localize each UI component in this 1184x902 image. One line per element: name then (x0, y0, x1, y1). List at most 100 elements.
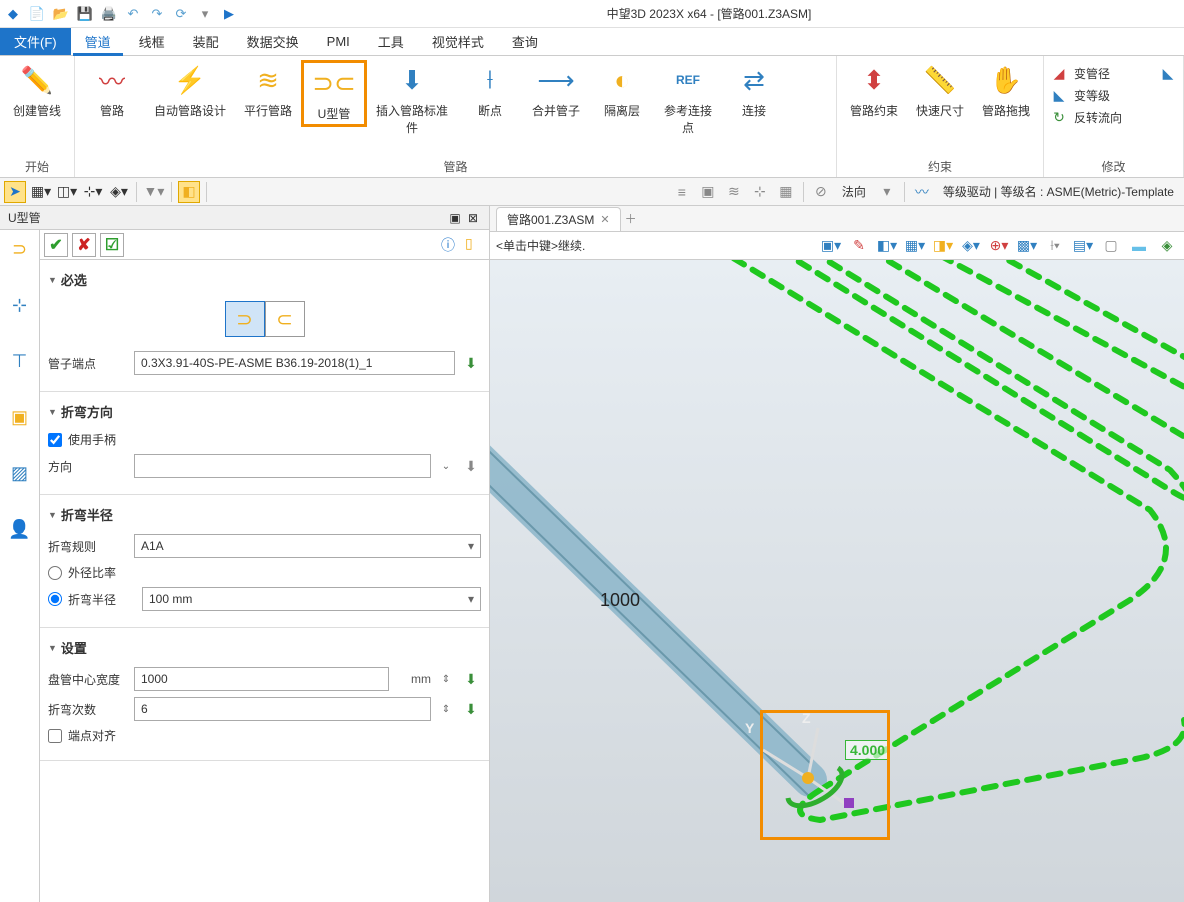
spin-icon[interactable]: ⇕ (437, 704, 455, 715)
ribbon-dimension[interactable]: 📏快速尺寸 (907, 60, 973, 121)
direction-field[interactable] (134, 454, 431, 478)
extra-icon[interactable]: ◣ (1159, 64, 1177, 82)
print-icon[interactable]: 🖨️ (100, 5, 118, 23)
image-icon[interactable]: ▨ (7, 460, 33, 486)
menu-tab-data[interactable]: 数据交换 (233, 28, 313, 55)
vt9-icon[interactable]: ⟊▾ (1044, 235, 1066, 257)
t3-icon[interactable]: ≋ (723, 181, 745, 203)
section-header[interactable]: 设置 (48, 634, 481, 661)
tree-icon[interactable]: ⊹ (7, 292, 33, 318)
t6-icon[interactable]: ⊘ (810, 181, 832, 203)
ribbon-change-class[interactable]: ◣变等级 (1050, 86, 1177, 104)
vt11-icon[interactable]: ▢ (1100, 235, 1122, 257)
ratio-radio[interactable] (48, 566, 62, 580)
vt7-icon[interactable]: ⊕▾ (988, 235, 1010, 257)
pick-icon[interactable]: ⬇ (461, 669, 481, 689)
t5-icon[interactable]: ▦ (775, 181, 797, 203)
vt10-icon[interactable]: ▤▾ (1072, 235, 1094, 257)
app-icon[interactable]: ◆ (4, 5, 22, 23)
tab-add-icon[interactable]: ＋ (621, 210, 641, 227)
ribbon-connect[interactable]: ⇄连接 (721, 60, 787, 121)
vt6-icon[interactable]: ◈▾ (960, 235, 982, 257)
filter1-icon[interactable]: ▦▾ (30, 181, 52, 203)
menu-tab-tools[interactable]: 工具 (364, 28, 418, 55)
spin-icon[interactable]: ⇕ (437, 674, 455, 685)
use-handle-row[interactable]: 使用手柄 (48, 431, 481, 448)
redo-icon[interactable]: ↷ (148, 5, 166, 23)
opt-u-open[interactable]: ⊂ (265, 301, 305, 337)
endpoint-field[interactable]: 0.3X3.91-40S-PE-ASME B36.19-2018(1)_1 (134, 351, 455, 375)
cancel-button[interactable]: ✘ (72, 233, 96, 257)
section-header[interactable]: 必选 (48, 266, 481, 293)
section-header[interactable]: 折弯方向 (48, 398, 481, 425)
ok-button[interactable]: ✔ (44, 233, 68, 257)
tab-close-icon[interactable]: ✕ (600, 213, 609, 226)
ribbon-change-diameter[interactable]: ◢变管径◣ (1050, 64, 1177, 82)
vt2-icon[interactable]: ✎ (848, 235, 870, 257)
menu-tab-visual[interactable]: 视觉样式 (418, 28, 498, 55)
use-handle-checkbox[interactable] (48, 433, 62, 447)
center-width-field[interactable]: 1000 (134, 667, 389, 691)
ribbon-parallel[interactable]: ≋平行管路 (235, 60, 301, 121)
ribbon-u-tube[interactable]: ⊃⊂U型管 (301, 60, 367, 127)
ribbon-create-pipeline[interactable]: ✏️ 创建管线 (4, 60, 70, 121)
layer-icon[interactable]: ◈▾ (108, 181, 130, 203)
pick-icon[interactable]: ⬇ (461, 456, 481, 476)
hierarchy-icon[interactable]: ⊤ (7, 348, 33, 374)
new-icon[interactable]: 📄 (28, 5, 46, 23)
ribbon-isolate[interactable]: ◐隔离层 (589, 60, 655, 121)
ribbon-drag[interactable]: ✋管路拖拽 (973, 60, 1039, 121)
snap-icon[interactable]: ⊹▾ (82, 181, 104, 203)
t1-icon[interactable]: ≡ (671, 181, 693, 203)
menu-tab-query[interactable]: 查询 (498, 28, 552, 55)
drop-icon[interactable]: ▾ (876, 181, 898, 203)
filter3-icon[interactable]: ▼▾ (143, 181, 165, 203)
vt1-icon[interactable]: ▣▾ (820, 235, 842, 257)
section-header[interactable]: 折弯半径 (48, 501, 481, 528)
drop-icon[interactable]: ⌄ (437, 461, 455, 472)
opt-u-closed[interactable]: ⊃ (225, 301, 265, 337)
help-icon[interactable]: ▯ (465, 235, 485, 255)
ratio-row[interactable]: 外径比率 (48, 564, 481, 581)
close-icon[interactable]: ⊠ (465, 210, 481, 226)
vt4-icon[interactable]: ▦▾ (904, 235, 926, 257)
pick-icon[interactable]: ⬇ (461, 353, 481, 373)
u-shape-icon[interactable]: ⊃ (7, 236, 33, 262)
rule-combo[interactable]: A1A▾ (134, 534, 481, 558)
box-icon[interactable]: ▣ (7, 404, 33, 430)
undo-icon[interactable]: ↶ (124, 5, 142, 23)
dropdown-icon[interactable]: ▾ (196, 5, 214, 23)
info-icon[interactable]: ⓘ (441, 235, 461, 255)
menu-file[interactable]: 文件(F) (0, 28, 71, 55)
refresh-icon[interactable]: ⟳ (172, 5, 190, 23)
ribbon-insert-std[interactable]: ⬇插入管路标准件 (367, 60, 457, 138)
window-icon[interactable]: ▣ (447, 210, 463, 226)
menu-tab-wireframe[interactable]: 线框 (125, 28, 179, 55)
t4-icon[interactable]: ⊹ (749, 181, 771, 203)
ribbon-constraint[interactable]: ⬍管路约束 (841, 60, 907, 121)
vt8-icon[interactable]: ▩▾ (1016, 235, 1038, 257)
pick-icon[interactable]: ⬇ (461, 699, 481, 719)
vt3-icon[interactable]: ◧▾ (876, 235, 898, 257)
radius-row[interactable]: 折弯半径 100 mm▾ (48, 587, 481, 611)
document-tab[interactable]: 管路001.Z3ASM ✕ (496, 207, 621, 231)
align-checkbox[interactable] (48, 729, 62, 743)
vt5-icon[interactable]: ◨▾ (932, 235, 954, 257)
align-row[interactable]: 端点对齐 (48, 727, 481, 744)
ribbon-auto-route[interactable]: ⚡自动管路设计 (145, 60, 235, 121)
ribbon-break[interactable]: ⟊断点 (457, 60, 523, 121)
radius-combo[interactable]: 100 mm▾ (142, 587, 481, 611)
ribbon-merge[interactable]: ⟶合并管子 (523, 60, 589, 121)
bend-count-field[interactable]: 6 (134, 697, 431, 721)
radius-radio[interactable] (48, 592, 62, 606)
filter2-icon[interactable]: ◫▾ (56, 181, 78, 203)
play-icon[interactable]: ▶ (220, 5, 238, 23)
apply-button[interactable]: ☑ (100, 233, 124, 257)
cube-icon[interactable]: ◧ (178, 181, 200, 203)
menu-tab-assembly[interactable]: 装配 (179, 28, 233, 55)
user-icon[interactable]: 👤 (7, 516, 33, 542)
vt12-icon[interactable]: ▬ (1128, 235, 1150, 257)
open-icon[interactable]: 📂 (52, 5, 70, 23)
vt13-icon[interactable]: ◈ (1156, 235, 1178, 257)
menu-tab-pmi[interactable]: PMI (313, 28, 364, 55)
